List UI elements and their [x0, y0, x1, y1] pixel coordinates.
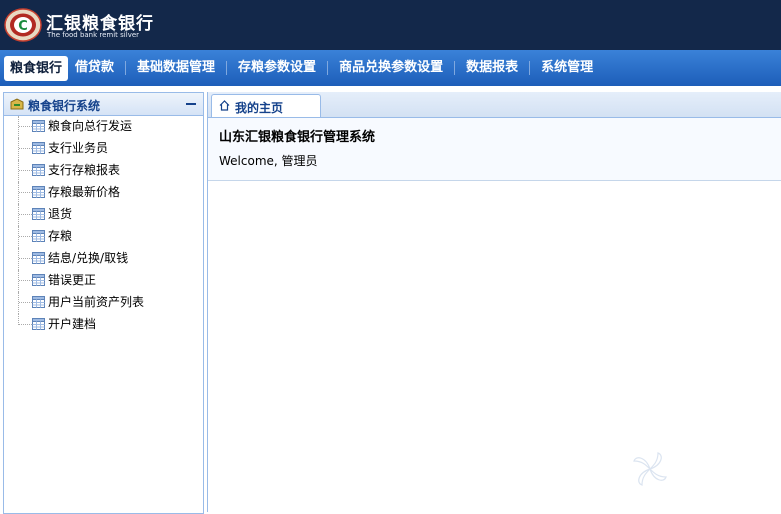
main-content-panel: 我的主页 山东汇银粮食银行管理系统 Welcome, 管理员: [207, 92, 781, 512]
nav-item-reports[interactable]: 数据报表: [459, 56, 525, 80]
tree-connector-line: [18, 138, 19, 160]
table-icon: [32, 296, 45, 308]
tree-connector-line: [18, 292, 19, 314]
tree-connector-line: [19, 170, 32, 171]
tree-connector-line: [19, 324, 32, 325]
collapse-minus-icon[interactable]: [186, 103, 196, 105]
sidebar-title: 粮食银行系统: [28, 99, 101, 113]
welcome-message: Welcome, 管理员: [219, 154, 318, 168]
tree-item[interactable]: 退货: [4, 204, 203, 226]
nav-separator: [529, 61, 531, 75]
table-icon: [32, 186, 45, 198]
system-title: 山东汇银粮食银行管理系统: [219, 130, 376, 145]
tree-connector-line: [18, 270, 19, 292]
tree-item-label: 错误更正: [48, 273, 97, 287]
tree-connector-line: [19, 302, 32, 303]
tree-connector-line: [19, 236, 32, 237]
tree-item-label: 粮食向总行发运: [48, 119, 133, 133]
table-icon: [32, 142, 45, 154]
tree-item-label: 存粮最新价格: [48, 185, 121, 199]
tree-connector-line: [19, 126, 32, 127]
main-nav-bar: 粮食银行 借贷款 基础数据管理 存粮参数设置 商品兑换参数设置 数据报表 系统管…: [0, 50, 781, 86]
table-icon: [32, 208, 45, 220]
table-icon: [32, 164, 45, 176]
tree-item-label: 开户建档: [48, 317, 97, 331]
nav-separator: [226, 61, 228, 75]
tree-item-label: 存粮: [48, 229, 73, 243]
tree-connector-line: [18, 182, 19, 204]
nav-separator: [454, 61, 456, 75]
table-icon: [32, 230, 45, 242]
tree-item-label: 结息/兑换/取钱: [48, 251, 129, 265]
tree-item-label: 支行业务员: [48, 141, 109, 155]
home-icon: [219, 100, 230, 111]
tab-home-label: 我的主页: [235, 101, 284, 115]
tree-connector-line: [19, 280, 32, 281]
nav-item-system[interactable]: 系统管理: [534, 56, 600, 80]
pinwheel-watermark-icon: [633, 452, 667, 486]
grain-bag-icon: [10, 98, 24, 110]
tab-home[interactable]: 我的主页: [211, 94, 321, 117]
nav-separator: [125, 61, 127, 75]
table-icon: [32, 252, 45, 264]
tree-item-label: 用户当前资产列表: [48, 295, 145, 309]
logo-letter: C: [18, 19, 28, 34]
tree-connector-line: [18, 226, 19, 248]
nav-item-grain-bank[interactable]: 粮食银行: [4, 55, 69, 81]
tree-connector-line: [18, 248, 19, 270]
top-banner: C 汇银粮食银行 The food bank remit silver: [0, 0, 781, 50]
table-icon: [32, 120, 45, 132]
tree-item[interactable]: 粮食向总行发运: [4, 116, 203, 138]
nav-item-loans[interactable]: 借贷款: [68, 56, 121, 80]
tree-connector-line: [18, 116, 19, 138]
tree-connector-line: [18, 204, 19, 226]
table-icon: [32, 318, 45, 330]
tree-item[interactable]: 结息/兑换/取钱: [4, 248, 203, 270]
tree-item-label: 退货: [48, 207, 73, 221]
tree-connector-line: [18, 160, 19, 182]
tree-item[interactable]: 支行存粮报表: [4, 160, 203, 182]
tree-connector-line: [19, 258, 32, 259]
tree-connector-line: [19, 192, 32, 193]
sidebar-header: 粮食银行系统: [4, 93, 203, 116]
bank-logo-icon: C: [4, 8, 42, 42]
brand-subtitle: The food bank remit silver: [47, 31, 140, 39]
tree-connector-line: [19, 148, 32, 149]
tree-item[interactable]: 存粮最新价格: [4, 182, 203, 204]
nav-list: 粮食银行 借贷款 基础数据管理 存粮参数设置 商品兑换参数设置 数据报表 系统管…: [4, 54, 600, 82]
table-icon: [32, 274, 45, 286]
nav-separator: [327, 61, 329, 75]
nav-item-exchange-params[interactable]: 商品兑换参数设置: [332, 56, 450, 80]
nav-item-basic-data[interactable]: 基础数据管理: [130, 56, 222, 80]
tree-item-label: 支行存粮报表: [48, 163, 121, 177]
tree-connector-line: [19, 214, 32, 215]
sidebar-panel: 粮食银行系统 粮食向总行发运 支行业务员支行存粮报表 存粮最新价格 退货存粮结息/兑换…: [3, 92, 204, 514]
nav-item-storage-params[interactable]: 存粮参数设置: [231, 56, 323, 80]
tree-item[interactable]: 开户建档: [4, 314, 203, 336]
tree-item[interactable]: 错误更正: [4, 270, 203, 292]
tree-item[interactable]: 用户当前资产列表: [4, 292, 203, 314]
sidebar-tree: 粮食向总行发运 支行业务员支行存粮报表 存粮最新价格 退货存粮结息/兑换/取钱 错误更正…: [4, 116, 203, 336]
tree-item[interactable]: 支行业务员: [4, 138, 203, 160]
tab-strip: 我的主页: [208, 92, 781, 118]
tree-item[interactable]: 存粮: [4, 226, 203, 248]
welcome-box: 山东汇银粮食银行管理系统 Welcome, 管理员: [208, 118, 781, 181]
